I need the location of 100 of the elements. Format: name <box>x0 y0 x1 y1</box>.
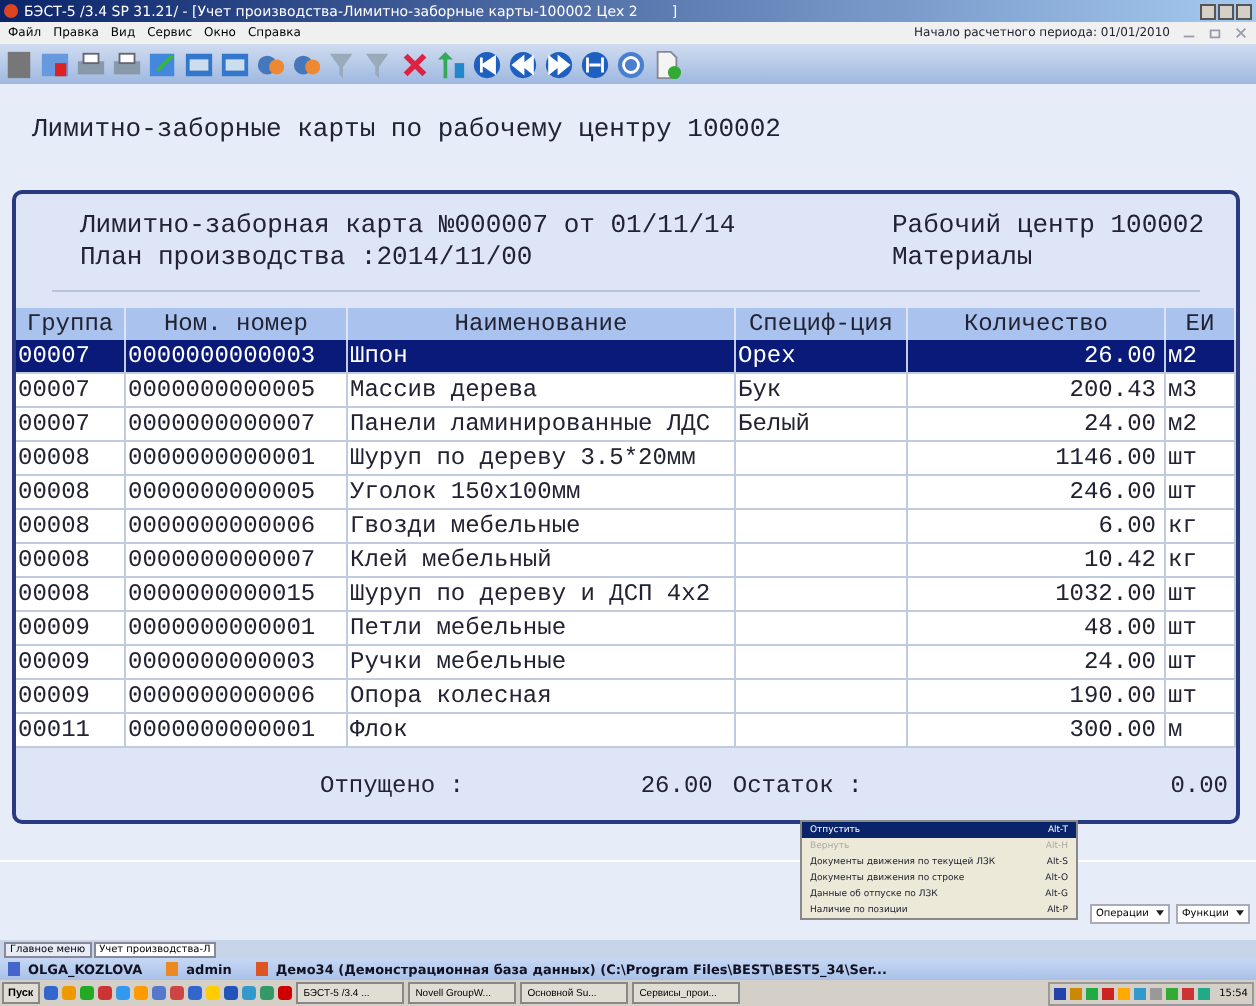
printer-icon[interactable] <box>112 49 142 79</box>
table-cell: шт <box>1165 611 1235 645</box>
table-cell: 0000000000006 <box>125 509 347 543</box>
table-cell: Ручки мебельные <box>347 645 735 679</box>
table-cell: м2 <box>1165 340 1235 373</box>
table-cell: м2 <box>1165 407 1235 441</box>
table-cell: Гвозди мебельные <box>347 509 735 543</box>
table-cell: 00009 <box>16 679 125 713</box>
pencil-icon[interactable] <box>148 49 178 79</box>
table-cell: Флок <box>347 713 735 747</box>
arrows-icon[interactable] <box>436 49 466 79</box>
app-icon <box>4 4 18 18</box>
printer-icon[interactable] <box>76 49 106 79</box>
grid-icon[interactable] <box>184 49 214 79</box>
table-cell: 00007 <box>16 340 125 373</box>
table-cell: 24.00 <box>907 645 1165 679</box>
last-icon[interactable] <box>580 49 610 79</box>
table-cell: 24.00 <box>907 407 1165 441</box>
table-cell: 0000000000015 <box>125 577 347 611</box>
table-row[interactable]: 00009 0000000000001 Петли мебельные 48.00 шт <box>16 611 1235 645</box>
table-cell: 190.00 <box>907 679 1165 713</box>
table-row[interactable]: 00009 0000000000006 Опора колесная 190.00 шт <box>16 679 1235 713</box>
table-cell: 00007 <box>16 373 125 407</box>
table-cell: м <box>1165 713 1235 747</box>
table-cell: 0000000000005 <box>125 373 347 407</box>
table-row[interactable]: 00007 0000000000007 Панели ламинированные ЛДС Белый 24.00 м2 <box>16 407 1235 441</box>
column-header[interactable]: Ном. номер <box>125 308 347 340</box>
funnel-icon[interactable] <box>364 49 394 79</box>
column-header[interactable]: ЕИ <box>1165 308 1235 340</box>
table-cell: 0000000000001 <box>125 441 347 475</box>
table-cell: шт <box>1165 475 1235 509</box>
table-cell: 10.42 <box>907 543 1165 577</box>
issued-value: 26.00 <box>640 772 713 800</box>
table-cell: Уголок 150х100мм <box>347 475 735 509</box>
column-header[interactable]: Специф-ция <box>735 308 907 340</box>
work-center-label: Рабочий центр 100002 <box>892 210 1207 242</box>
page-heading: Лимитно-заборные карты по рабочему центру 100002 <box>30 112 783 148</box>
table-cell: 0000000000003 <box>125 340 347 373</box>
forward-icon[interactable] <box>544 49 574 79</box>
table-row[interactable]: 00009 0000000000003 Ручки мебельные 24.00 шт <box>16 645 1235 679</box>
column-header[interactable]: Группа <box>16 308 125 340</box>
table-cell: 00009 <box>16 645 125 679</box>
table-cell: 0000000000001 <box>125 713 347 747</box>
rest-value: 0.00 <box>1170 772 1228 800</box>
table-cell: кг <box>1165 509 1235 543</box>
table-cell: 1146.00 <box>907 441 1165 475</box>
table-row[interactable]: 00007 0000000000005 Массив дерева Бук 200.43 м3 <box>16 373 1235 407</box>
table-row[interactable]: 00011 0000000000001 Флок 300.00 м <box>16 713 1235 747</box>
table-cell: Шпон <box>347 340 735 373</box>
table-cell: 48.00 <box>907 611 1165 645</box>
column-header[interactable]: Количество <box>907 308 1165 340</box>
table-cell: 0000000000003 <box>125 645 347 679</box>
table-cell: 00008 <box>16 475 125 509</box>
table-cell: 00008 <box>16 543 125 577</box>
table-cell: 00011 <box>16 713 125 747</box>
card-title: Лимитно-заборная карта №000007 от 01/11/14 <box>80 210 736 242</box>
table-cell: 00007 <box>16 407 125 441</box>
table-row[interactable]: 00008 0000000000006 Гвозди мебельные 6.00 кг <box>16 509 1235 543</box>
table-row[interactable]: 00008 0000000000005 Уголок 150х100мм 246.00 шт <box>16 475 1235 509</box>
cross-icon[interactable] <box>400 49 430 79</box>
status-icon <box>8 962 20 976</box>
rewind-icon[interactable] <box>508 49 538 79</box>
status-icon <box>255 962 268 976</box>
table-cell: 0000000000005 <box>125 475 347 509</box>
square-icon[interactable] <box>4 49 34 79</box>
table-cell: Петли мебельные <box>347 611 735 645</box>
caret-icon <box>1155 910 1164 916</box>
table-cell: шт <box>1165 577 1235 611</box>
table-cell: 300.00 <box>907 713 1165 747</box>
table-cell: 0000000000007 <box>125 543 347 577</box>
table-icon[interactable] <box>40 49 70 79</box>
table-cell: Бук <box>735 373 907 407</box>
table-cell: Массив дерева <box>347 373 735 407</box>
table-row[interactable]: 00008 0000000000015 Шуруп по дереву и ДСП 4х2 1032.00 шт <box>16 577 1235 611</box>
document-icon[interactable] <box>652 49 682 79</box>
table-row[interactable]: 00008 0000000000001 Шуруп по дереву 3.5*20мм 1146.00 шт <box>16 441 1235 475</box>
table-cell: 00008 <box>16 509 125 543</box>
first-icon[interactable] <box>472 49 502 79</box>
table-cell: 200.43 <box>907 373 1165 407</box>
table-cell: Шуруп по дереву и ДСП 4х2 <box>347 577 735 611</box>
status-icon <box>166 962 179 976</box>
plan-label: План производства :2014/11/00 <box>80 242 535 274</box>
issued-label: Отпущено : <box>320 772 465 800</box>
table-cell: 246.00 <box>907 475 1165 509</box>
table-cell: Орех <box>735 340 907 373</box>
table-cell: Клей мебельный <box>347 543 735 577</box>
grid-icon[interactable] <box>220 49 250 79</box>
table-row[interactable]: 00007 0000000000003 Шпон Орех 26.00 м2 <box>16 340 1235 373</box>
table-cell: Шуруп по дереву 3.5*20мм <box>347 441 735 475</box>
table-cell: 6.00 <box>907 509 1165 543</box>
table-cell: 00008 <box>16 577 125 611</box>
caret-icon <box>1236 910 1244 916</box>
rest-label: Остаток : <box>732 772 863 800</box>
funnel-icon[interactable] <box>328 49 358 79</box>
column-header[interactable]: Наименование <box>347 308 735 340</box>
table-cell: Панели ламинированные ЛДС <box>347 407 735 441</box>
table-row[interactable]: 00008 0000000000007 Клей мебельный 10.42 кг <box>16 543 1235 577</box>
table-cell: 00008 <box>16 441 125 475</box>
table-cell: 00009 <box>16 611 125 645</box>
table-cell: шт <box>1165 645 1235 679</box>
